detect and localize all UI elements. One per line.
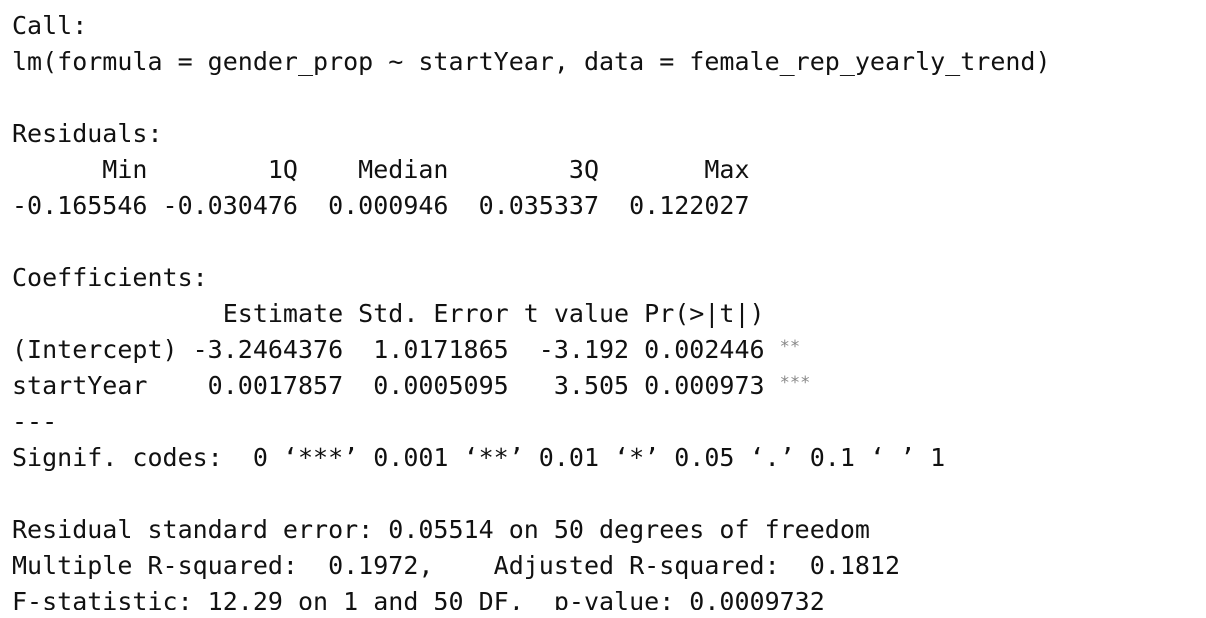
coefficient-row-startyear: startYear 0.0017857 0.0005095 3.505 0.00… <box>12 368 1198 404</box>
coefficient-row-text: (Intercept) -3.2464376 1.0171865 -3.192 … <box>12 335 780 364</box>
r-squared-line: Multiple R-squared: 0.1972, Adjusted R-s… <box>12 551 916 580</box>
call-heading: Call: <box>12 11 88 40</box>
significance-stars: *** <box>779 373 811 393</box>
significance-stars: ** <box>779 337 801 357</box>
coefficients-heading: Coefficients: <box>12 263 208 292</box>
residuals-heading: Residuals: <box>12 119 163 148</box>
coefficients-header: Estimate Std. Error t value Pr(>|t|) <box>12 299 810 328</box>
f-statistic-line: F-statistic: 12.29 on 1 and 50 DF, p-val… <box>12 587 825 610</box>
residual-standard-error: Residual standard error: 0.05514 on 50 d… <box>12 515 870 544</box>
residuals-values: -0.165546 -0.030476 0.000946 0.035337 0.… <box>12 191 765 220</box>
coefficient-row-text: startYear 0.0017857 0.0005095 3.505 0.00… <box>12 371 780 400</box>
residuals-labels: Min 1Q Median 3Q Max <box>12 155 765 184</box>
r-console-output: Call: lm(formula = gender_prop ~ startYe… <box>12 8 1198 610</box>
divider-line: --- <box>12 407 58 436</box>
signif-codes: Signif. codes: 0 ‘***’ 0.001 ‘**’ 0.01 ‘… <box>12 443 946 472</box>
call-formula: lm(formula = gender_prop ~ startYear, da… <box>12 47 1051 76</box>
coefficient-row-intercept: (Intercept) -3.2464376 1.0171865 -3.192 … <box>12 332 1198 368</box>
